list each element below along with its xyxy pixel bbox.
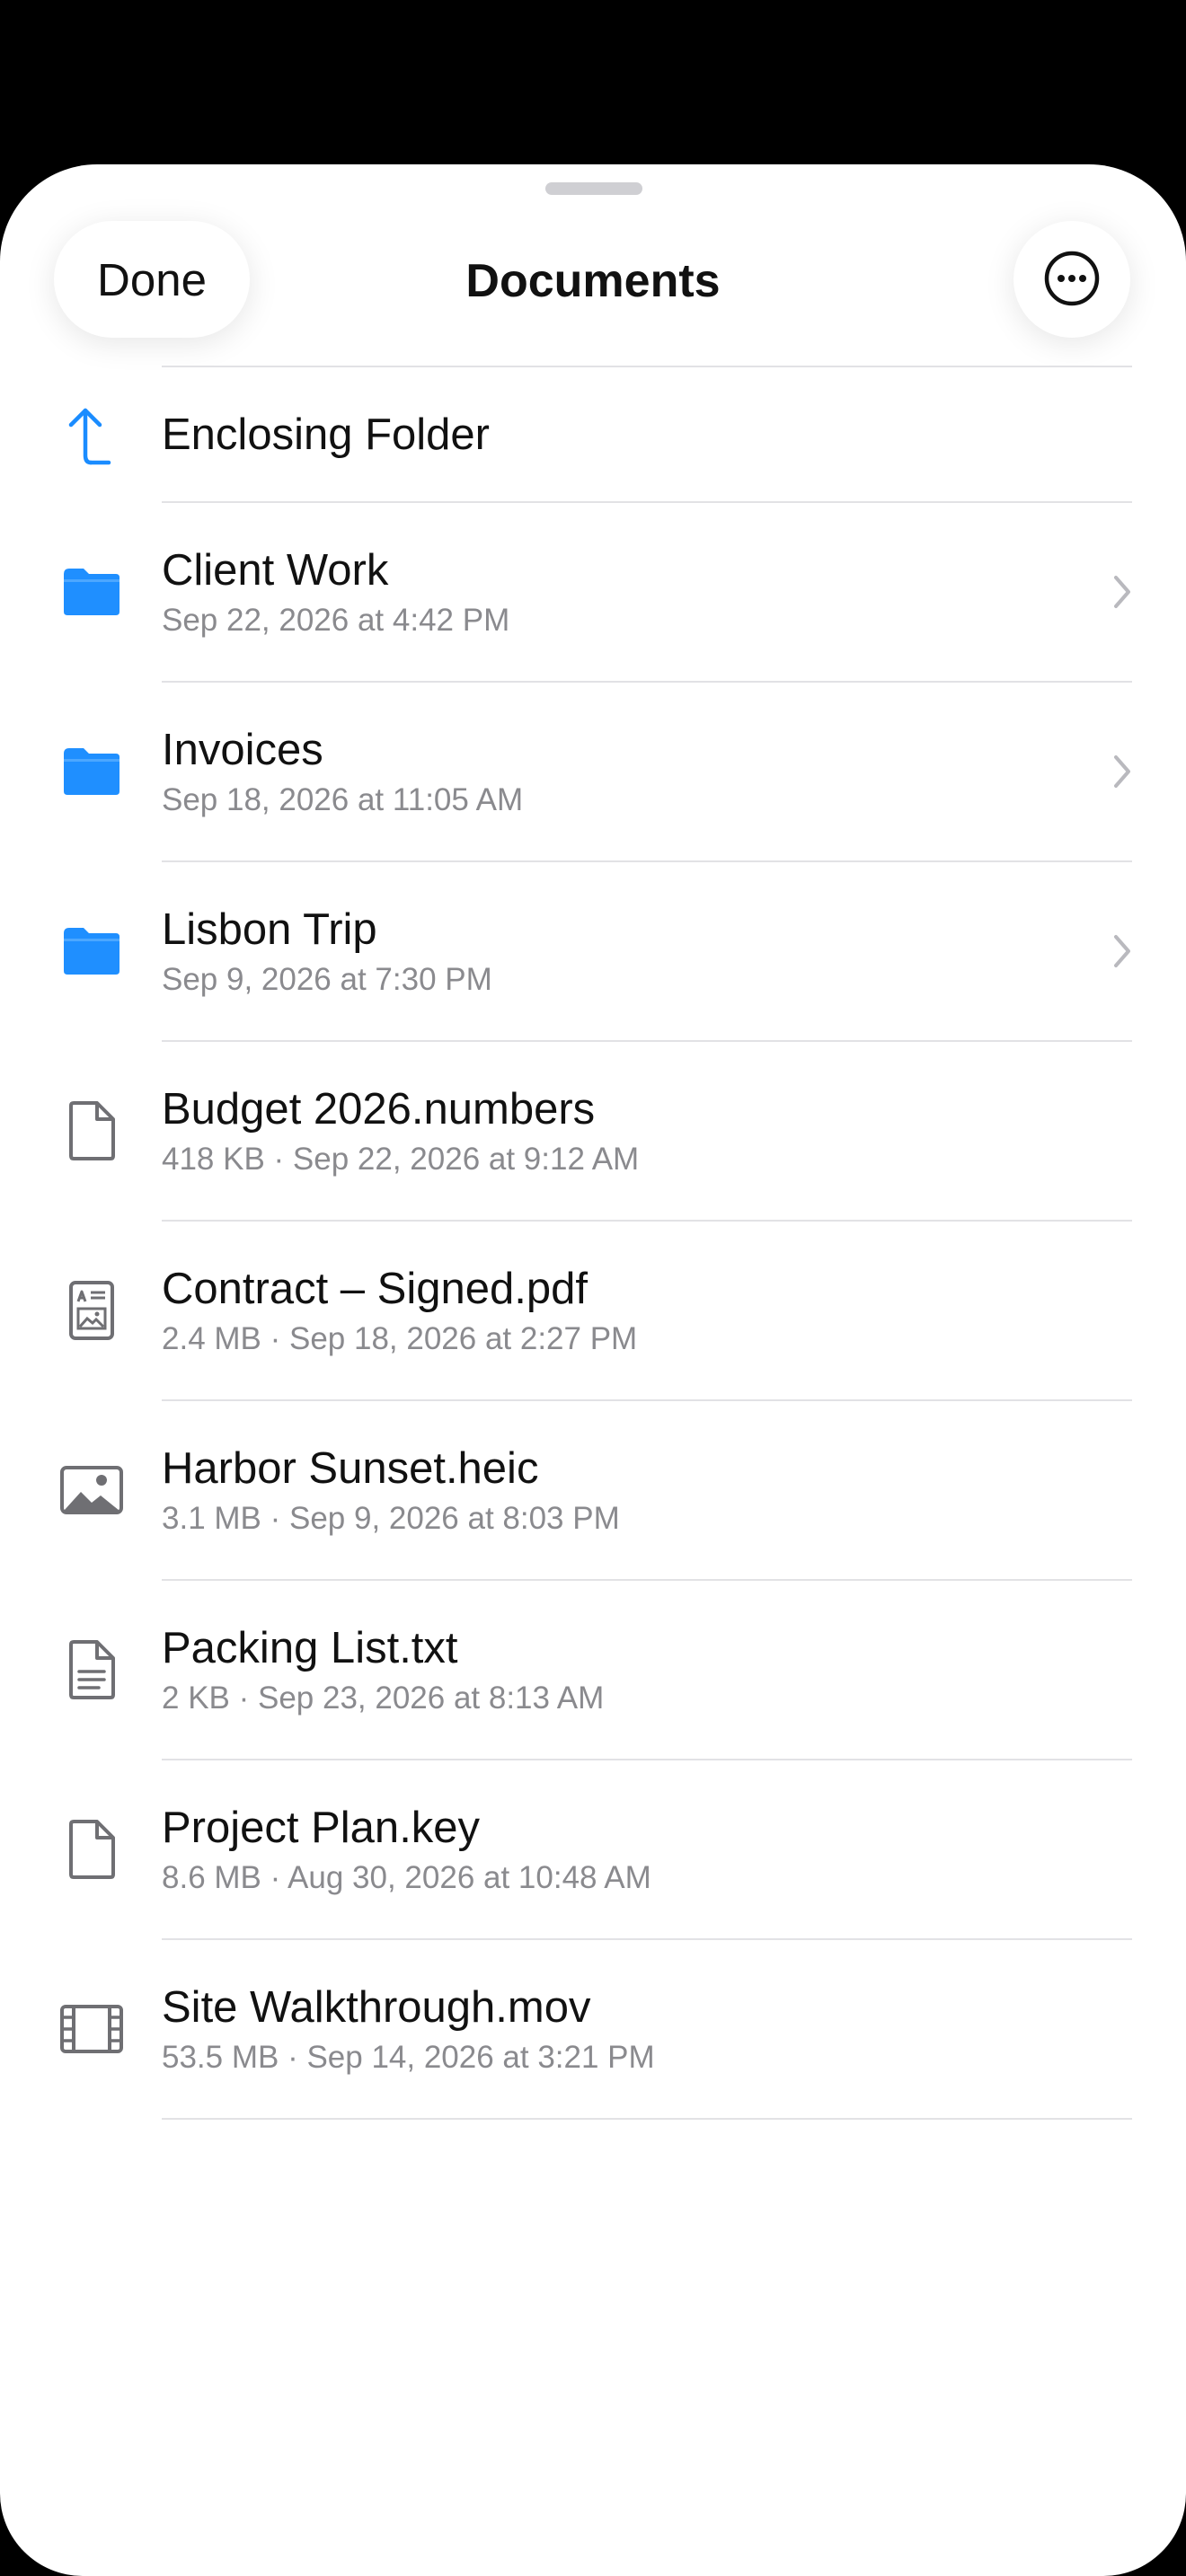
- folder-icon: [56, 915, 128, 987]
- navigation-bar: Done Documents: [0, 164, 1186, 366]
- file-details: 3.1 MB · Sep 9, 2026 at 8:03 PM: [162, 1501, 620, 1536]
- file-details: 2.4 MB · Sep 18, 2026 at 2:27 PM: [162, 1321, 638, 1356]
- document-icon: [56, 1813, 128, 1885]
- folder-row-lisbon-trip[interactable]: Lisbon Trip Sep 9, 2026 at 7:30 PM: [0, 862, 1186, 1040]
- file-details: 418 KB · Sep 22, 2026 at 9:12 AM: [162, 1142, 640, 1177]
- file-list: Enclosing Folder Client Work Sep 22, 202…: [0, 366, 1186, 2120]
- arrow-turn-up-icon: [56, 399, 128, 471]
- file-row-contract[interactable]: Contract – Signed.pdf 2.4 MB · Sep 18, 2…: [0, 1222, 1186, 1399]
- file-name: Project Plan.key: [162, 1804, 481, 1852]
- file-row-project-plan[interactable]: Project Plan.key 8.6 MB · Aug 30, 2026 a…: [0, 1760, 1186, 1938]
- file-name: Harbor Sunset.heic: [162, 1444, 539, 1493]
- enclosing-folder-label: Enclosing Folder: [162, 410, 490, 459]
- chevron-right-icon: [1109, 751, 1136, 792]
- file-details: 53.5 MB · Sep 14, 2026 at 3:21 PM: [162, 2040, 655, 2075]
- file-row-site-walkthrough[interactable]: Site Walkthrough.mov 53.5 MB · Sep 14, 2…: [0, 1940, 1186, 2118]
- folder-name: Lisbon Trip: [162, 905, 377, 954]
- folder-name: Client Work: [162, 546, 389, 595]
- file-details: 2 KB · Sep 23, 2026 at 8:13 AM: [162, 1681, 605, 1716]
- file-name: Site Walkthrough.mov: [162, 1983, 591, 2032]
- file-row-packing-list[interactable]: Packing List.txt 2 KB · Sep 23, 2026 at …: [0, 1581, 1186, 1759]
- document-picker-sheet: Done Documents Enclosing Folder Client W…: [0, 164, 1186, 2576]
- folder-icon: [56, 736, 128, 807]
- file-name: Budget 2026.numbers: [162, 1085, 596, 1134]
- photo-icon: [56, 1454, 128, 1526]
- more-button[interactable]: [1013, 221, 1130, 338]
- done-button[interactable]: Done: [54, 221, 250, 338]
- folder-date: Sep 18, 2026 at 11:05 AM: [162, 782, 524, 817]
- row-divider: [162, 2118, 1132, 2120]
- folder-row-invoices[interactable]: Invoices Sep 18, 2026 at 11:05 AM: [0, 683, 1186, 860]
- chevron-right-icon: [1109, 931, 1136, 972]
- file-row-budget[interactable]: Budget 2026.numbers 418 KB · Sep 22, 202…: [0, 1042, 1186, 1220]
- text-document-icon: [56, 1634, 128, 1706]
- pdf-document-icon: [56, 1275, 128, 1346]
- film-icon: [56, 1993, 128, 2065]
- document-icon: [56, 1095, 128, 1167]
- folder-row-client-work[interactable]: Client Work Sep 22, 2026 at 4:42 PM: [0, 503, 1186, 681]
- file-name: Contract – Signed.pdf: [162, 1265, 588, 1313]
- folder-date: Sep 22, 2026 at 4:42 PM: [162, 603, 510, 638]
- folder-date: Sep 9, 2026 at 7:30 PM: [162, 962, 492, 997]
- page-title: Documents: [465, 255, 721, 307]
- folder-name: Invoices: [162, 726, 323, 774]
- file-row-harbor-sunset[interactable]: Harbor Sunset.heic 3.1 MB · Sep 9, 2026 …: [0, 1401, 1186, 1579]
- enclosing-folder-row[interactable]: Enclosing Folder: [0, 367, 1186, 501]
- file-details: 8.6 MB · Aug 30, 2026 at 10:48 AM: [162, 1860, 651, 1895]
- folder-icon: [56, 556, 128, 628]
- file-name: Packing List.txt: [162, 1624, 458, 1672]
- ellipsis-circle-icon: [1043, 250, 1101, 310]
- chevron-right-icon: [1109, 571, 1136, 613]
